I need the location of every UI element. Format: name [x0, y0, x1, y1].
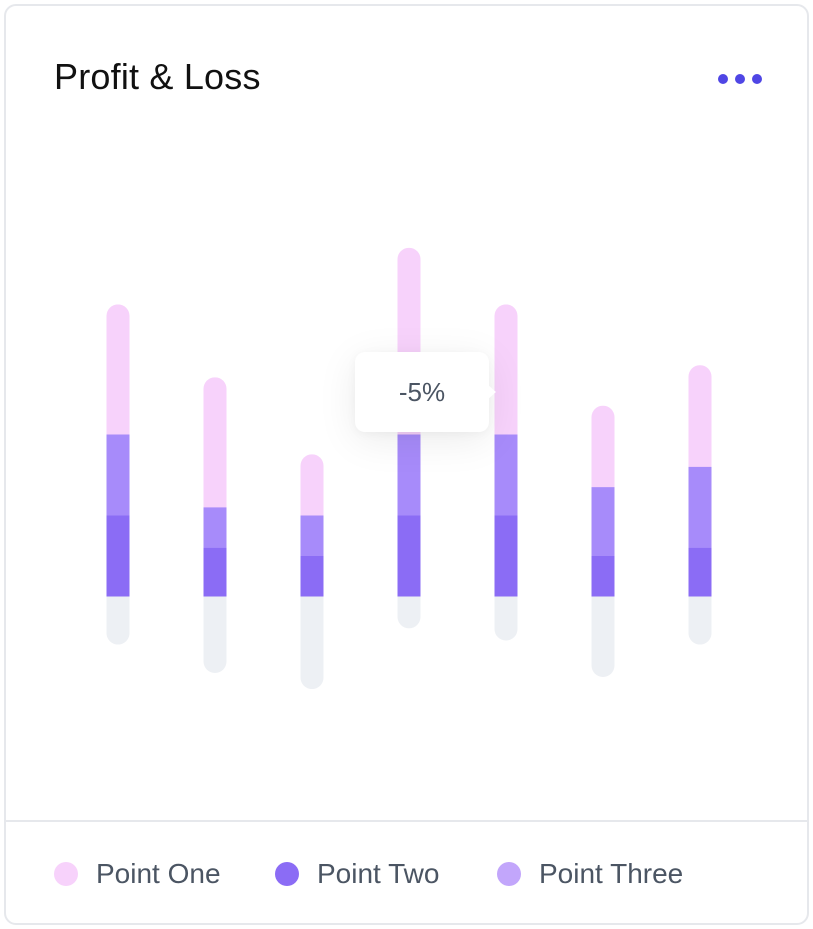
- bar-segment-point-one: [106, 304, 130, 435]
- bar-group[interactable]: [494, 304, 518, 641]
- legend-label: Point One: [96, 858, 221, 889]
- bar-segment-point-one: [203, 377, 227, 508]
- bar-segment-point-two: [494, 515, 518, 597]
- bar-negative-segment: [591, 596, 615, 677]
- legend-label: Point Three: [539, 858, 684, 889]
- chart-legend: Point One Point Two Point Three: [6, 854, 807, 894]
- bar-group[interactable]: [300, 454, 324, 690]
- bar-segment-point-two: [203, 547, 227, 597]
- legend-divider: [6, 820, 807, 822]
- tooltip-arrow: [487, 384, 496, 400]
- bar-segment-point-one: [591, 405, 615, 488]
- bar-segment-point-three: [494, 434, 518, 516]
- bar-group[interactable]: [591, 405, 615, 677]
- legend-swatch: [54, 862, 78, 886]
- bar-segment-point-two: [300, 555, 324, 597]
- bar-negative-segment: [397, 596, 421, 629]
- bar-group[interactable]: [397, 247, 421, 629]
- legend-item-point-three[interactable]: Point Three: [497, 854, 683, 894]
- bar-group[interactable]: [203, 377, 227, 673]
- bar-segment-point-three: [203, 506, 227, 548]
- bar-segment-point-two: [106, 515, 130, 597]
- bar-segment-point-three: [106, 434, 130, 516]
- bar-segment-point-three: [300, 515, 324, 556]
- bar-group[interactable]: [106, 304, 130, 645]
- bar-negative-segment: [300, 596, 324, 690]
- legend-swatch: [497, 862, 521, 886]
- bar-segment-point-three: [397, 434, 421, 516]
- legend-item-point-two[interactable]: Point Two: [275, 854, 439, 894]
- bar-negative-segment: [494, 596, 518, 641]
- chart-tooltip: -5%: [355, 352, 489, 432]
- legend-item-point-one[interactable]: Point One: [54, 854, 221, 894]
- bar-group[interactable]: [688, 365, 712, 645]
- tooltip-value: -5%: [398, 376, 446, 407]
- legend-swatch: [275, 862, 299, 886]
- bar-segment-point-two: [688, 547, 712, 597]
- profit-loss-card: Profit & Loss -5% Point One Point Two Po…: [4, 4, 809, 925]
- bar-segment-point-one: [300, 454, 324, 516]
- bar-negative-segment: [688, 596, 712, 645]
- bar-segment-point-two: [591, 555, 615, 597]
- bar-segment-point-one: [688, 365, 712, 467]
- bar-segment-point-two: [397, 515, 421, 597]
- bar-negative-segment: [106, 596, 130, 645]
- legend-label: Point Two: [317, 858, 440, 889]
- bar-segment-point-three: [688, 466, 712, 548]
- bar-negative-segment: [203, 596, 227, 673]
- bar-segment-point-three: [591, 486, 615, 556]
- bar-segment-point-one: [494, 304, 518, 435]
